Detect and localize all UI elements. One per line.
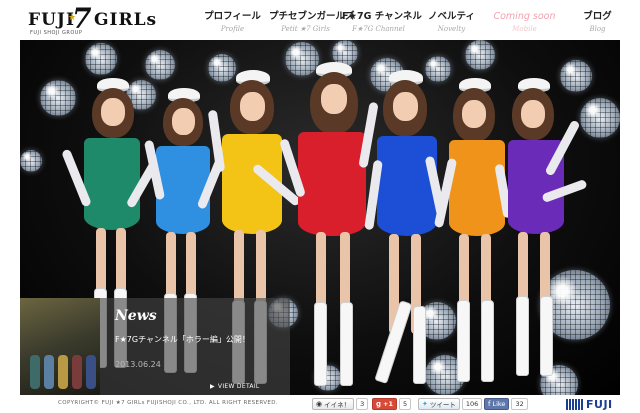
nav-item-novelty[interactable]: ノベルティ Novelty	[415, 12, 488, 38]
nav-sublabel: Mobile	[512, 24, 537, 33]
hero-photo: News F★7Gチャンネル「ホラー編」公開！ 2013.06.24 ▶ VIEW…	[20, 40, 620, 395]
facebook-like-count: 32	[511, 398, 528, 410]
mixi-like-label-box[interactable]: ◉ イイネ！	[312, 398, 355, 410]
twitter-bird-icon: ✦	[422, 400, 428, 408]
mixi-like-count: 3	[356, 398, 369, 410]
nav-sublabel: Profile	[220, 24, 245, 33]
nav-label: ノベルティ	[428, 11, 475, 22]
copyright-text: COPYRIGHT© FUJI ★7 GIRLs FUJISHOJI CO., …	[58, 400, 279, 406]
nav-item-profile[interactable]: プロフィール Profile	[196, 12, 269, 38]
tweet-button[interactable]: ✦ ツイート 106	[418, 398, 483, 410]
performer-purple	[498, 78, 588, 378]
google-plus-label: +1	[383, 400, 393, 408]
main-nav: プロフィール Profile プチセブンガールズ Petit ★7 Girls …	[196, 12, 634, 38]
logo-text-girls: GIRLs	[94, 10, 158, 30]
facebook-icon: f	[488, 400, 491, 408]
nav-sublabel: F★7G Channel	[352, 24, 405, 33]
tweet-label-box[interactable]: ✦ ツイート	[418, 398, 460, 410]
nav-item-petit-7-girls[interactable]: プチセブンガールズ Petit ★7 Girls	[269, 11, 355, 38]
tweet-label: ツイート	[429, 401, 456, 409]
fuji-mark-icon	[566, 398, 584, 410]
disco-ball	[465, 40, 495, 70]
mixi-like-label: イイネ！	[324, 401, 351, 409]
nav-sublabel: Novelty	[437, 24, 466, 33]
nav-label: ブログ	[583, 11, 612, 22]
site-footer: COPYRIGHT© FUJI ★7 GIRLs FUJISHOJI CO., …	[0, 395, 640, 413]
disco-ball	[85, 43, 117, 75]
view-detail-label: VIEW DETAIL	[217, 383, 260, 390]
logo-tagline: FUJI SHOJI GROUP	[30, 30, 83, 36]
nav-label: F★7G チャンネル	[342, 11, 422, 22]
facebook-like-label: Like	[492, 400, 506, 408]
news-panel[interactable]: News F★7Gチャンネル「ホラー編」公開！ 2013.06.24 ▶ VIEW…	[20, 298, 290, 395]
news-thumbnail[interactable]	[20, 298, 100, 395]
disco-ball	[145, 50, 175, 80]
facebook-like-button[interactable]: f Like 32	[484, 398, 528, 410]
nav-sublabel: Blog	[589, 24, 606, 33]
google-plus-count: 5	[399, 398, 412, 410]
site-logo[interactable]: FUJI ★ 7 GIRLs FUJI SHOJI GROUP	[28, 2, 160, 36]
google-plus-icon: g	[376, 400, 382, 408]
news-title: News	[115, 308, 157, 324]
disco-ball	[20, 150, 42, 172]
tweet-count: 106	[461, 398, 483, 410]
news-headline-link[interactable]: F★7Gチャンネル「ホラー編」公開！	[115, 334, 250, 345]
company-logo[interactable]: FUJI	[566, 397, 613, 411]
nav-label: プチセブンガールズ	[269, 11, 355, 22]
company-logo-text: FUJI	[586, 397, 613, 411]
facebook-like-label-box[interactable]: f Like	[484, 398, 510, 410]
nav-item-mobile: Coming soon Mobile	[488, 12, 561, 38]
google-plus-label-box[interactable]: g +1	[372, 398, 397, 410]
nav-label: Coming soon	[493, 11, 556, 22]
nav-item-channel[interactable]: F★7G チャンネル F★7G Channel	[342, 11, 422, 38]
nav-sublabel: Petit ★7 Girls	[281, 24, 330, 33]
mixi-like-button[interactable]: ◉ イイネ！ 3	[312, 398, 369, 410]
performer-red	[278, 62, 379, 392]
nav-label: プロフィール	[204, 11, 261, 22]
mixi-icon: ◉	[316, 400, 323, 408]
disco-ball	[580, 98, 620, 138]
google-plus-button[interactable]: g +1 5	[372, 398, 412, 410]
news-date: 2013.06.24	[115, 360, 161, 369]
play-triangle-icon: ▶	[210, 383, 215, 390]
view-detail-link[interactable]: ▶ VIEW DETAIL	[210, 383, 260, 390]
nav-item-blog[interactable]: ブログ Blog	[561, 12, 634, 38]
site-header: FUJI ★ 7 GIRLs FUJI SHOJI GROUP プロフィール P…	[0, 0, 640, 40]
